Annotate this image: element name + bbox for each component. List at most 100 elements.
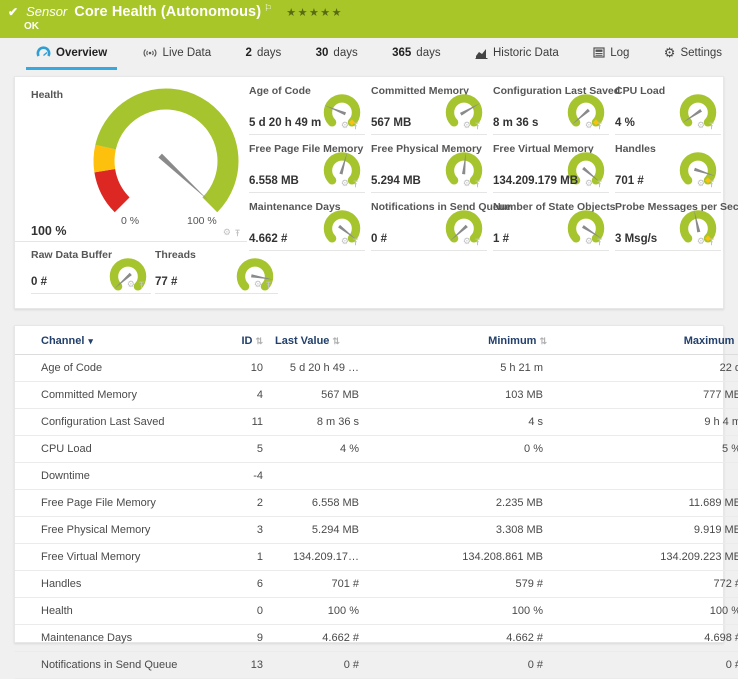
- cell-maximum: 0 #: [571, 652, 738, 679]
- cell-channel[interactable]: Free Page File Memory: [15, 490, 215, 517]
- tab-label: Settings: [680, 47, 722, 59]
- gear-icon[interactable]: ⚙: [463, 121, 471, 130]
- cell-channel[interactable]: Downtime: [15, 463, 215, 490]
- table-row[interactable]: Free Virtual Memory 1 134.209.17… 134.20…: [15, 544, 738, 571]
- table-row[interactable]: Committed Memory 4 567 MB 103 MB 777 MB: [15, 382, 738, 409]
- cell-channel[interactable]: CPU Load: [15, 436, 215, 463]
- cell-last-value: 134.209.17…: [269, 544, 365, 571]
- table-row[interactable]: Handles 6 701 # 579 # 772 #: [15, 571, 738, 598]
- cell-channel[interactable]: Age of Code: [15, 355, 215, 382]
- table-row[interactable]: Configuration Last Saved 11 8 m 36 s 4 s…: [15, 409, 738, 436]
- tab-overview[interactable]: Overview: [26, 38, 117, 70]
- gauge-tile[interactable]: Threads 77 # ⚙: [155, 247, 278, 294]
- pin-icon[interactable]: [265, 281, 272, 289]
- cell-channel[interactable]: Handles: [15, 571, 215, 598]
- tab-30-days[interactable]: 30 days: [306, 38, 368, 70]
- tab-live-data[interactable]: Live Data: [132, 38, 222, 70]
- pin-icon[interactable]: [352, 238, 359, 246]
- table-row[interactable]: CPU Load 5 4 % 0 % 5 %: [15, 436, 738, 463]
- pin-icon[interactable]: [474, 122, 481, 130]
- cell-channel[interactable]: Maintenance Days: [15, 625, 215, 652]
- gauge-tile[interactable]: Maintenance Days 4.662 # ⚙: [249, 199, 365, 251]
- table-row[interactable]: Age of Code 10 5 d 20 h 49 … 5 h 21 m 22…: [15, 355, 738, 382]
- gauge-title: Health: [31, 89, 63, 101]
- table-row[interactable]: Downtime -4: [15, 463, 738, 490]
- pin-icon[interactable]: [708, 122, 715, 130]
- gear-icon[interactable]: ⚙: [223, 228, 231, 237]
- pin-icon[interactable]: [352, 180, 359, 188]
- gauge-tile[interactable]: Free Physical Memory 5.294 MB ⚙: [371, 141, 487, 193]
- tab-log[interactable]: Log: [583, 38, 639, 70]
- gauge-tile[interactable]: Handles 701 # ⚙: [615, 141, 721, 193]
- gauge-tile[interactable]: Age of Code 5 d 20 h 49 m ⚙: [249, 83, 365, 135]
- pin-icon[interactable]: [596, 180, 603, 188]
- sort-desc-icon: ▾: [88, 336, 93, 346]
- gear-icon[interactable]: ⚙: [341, 237, 349, 246]
- table-row[interactable]: Free Page File Memory 2 6.558 MB 2.235 M…: [15, 490, 738, 517]
- tab-historic-data[interactable]: Historic Data: [465, 38, 569, 70]
- cell-maximum: 22 d: [571, 355, 738, 382]
- gauge-tile[interactable]: Committed Memory 567 MB ⚙: [371, 83, 487, 135]
- gear-icon[interactable]: ⚙: [341, 121, 349, 130]
- gauge-tile[interactable]: Free Page File Memory 6.558 MB ⚙: [249, 141, 365, 193]
- tab-label: days: [416, 47, 440, 59]
- cell-channel[interactable]: Health: [15, 598, 215, 625]
- gear-icon[interactable]: ⚙: [697, 121, 705, 130]
- gauge-tile[interactable]: Configuration Last Saved 8 m 36 s ⚙: [493, 83, 609, 135]
- cell-last-value: 6.558 MB: [269, 490, 365, 517]
- table-row[interactable]: Notifications in Send Queue 13 0 # 0 # 0…: [15, 652, 738, 679]
- pin-icon[interactable]: [234, 229, 241, 237]
- cell-minimum: 4.662 #: [365, 625, 571, 652]
- priority-stars[interactable]: ★★★★★: [286, 6, 343, 19]
- column-header-maximum[interactable]: Maximum⇅: [571, 326, 738, 355]
- tab-settings[interactable]: ⚙ Settings: [654, 38, 732, 70]
- gauge-value: 134.209.179 MB: [493, 175, 578, 187]
- cell-channel[interactable]: Free Virtual Memory: [15, 544, 215, 571]
- column-header-last-value[interactable]: Last Value⇅: [269, 326, 365, 355]
- gear-icon[interactable]: ⚙: [585, 237, 593, 246]
- cell-channel[interactable]: Configuration Last Saved: [15, 409, 215, 436]
- gear-icon[interactable]: ⚙: [697, 237, 705, 246]
- cell-channel[interactable]: Free Physical Memory: [15, 517, 215, 544]
- gear-icon[interactable]: ⚙: [697, 179, 705, 188]
- gauge-tile[interactable]: Probe Messages per Second 3 Msg/s ⚙: [615, 199, 721, 251]
- pin-icon[interactable]: [708, 180, 715, 188]
- pin-icon[interactable]: [596, 122, 603, 130]
- table-row[interactable]: Maintenance Days 9 4.662 # 4.662 # 4.698…: [15, 625, 738, 652]
- pin-icon[interactable]: [596, 238, 603, 246]
- column-header-channel[interactable]: Channel▾: [15, 326, 215, 355]
- cell-last-value: 567 MB: [269, 382, 365, 409]
- channels-table: Channel▾ ID⇅ Last Value⇅ Minimum⇅ Maximu…: [15, 326, 738, 679]
- cell-channel[interactable]: Committed Memory: [15, 382, 215, 409]
- tab-number: 2: [246, 47, 252, 59]
- column-header-minimum[interactable]: Minimum⇅: [365, 326, 571, 355]
- pin-icon[interactable]: [138, 281, 145, 289]
- tab-365-days[interactable]: 365 days: [382, 38, 450, 70]
- gauge-tile[interactable]: CPU Load 4 % ⚙: [615, 83, 721, 135]
- health-gauge-tile[interactable]: Health 0 % 100 % 100 % ⚙: [15, 83, 247, 242]
- gauge-value: 0 #: [371, 233, 387, 245]
- cell-channel[interactable]: Notifications in Send Queue: [15, 652, 215, 679]
- pin-icon[interactable]: [474, 180, 481, 188]
- column-header-id[interactable]: ID⇅: [215, 326, 269, 355]
- gauge-tile[interactable]: Raw Data Buffer 0 # ⚙: [31, 247, 151, 294]
- gauge-tile[interactable]: Free Virtual Memory 134.209.179 MB ⚙: [493, 141, 609, 193]
- table-row[interactable]: Free Physical Memory 3 5.294 MB 3.308 MB…: [15, 517, 738, 544]
- tab-2-days[interactable]: 2 days: [236, 38, 292, 70]
- flag-icon[interactable]: ⚐: [264, 3, 272, 14]
- pin-icon[interactable]: [708, 238, 715, 246]
- gauge-tile[interactable]: Notifications in Send Queue 0 # ⚙: [371, 199, 487, 251]
- gear-icon[interactable]: ⚙: [585, 179, 593, 188]
- table-row[interactable]: Health 0 100 % 100 % 100 %: [15, 598, 738, 625]
- gear-icon[interactable]: ⚙: [463, 237, 471, 246]
- pin-icon[interactable]: [352, 122, 359, 130]
- cell-maximum: 9.919 MB: [571, 517, 738, 544]
- gear-icon[interactable]: ⚙: [341, 179, 349, 188]
- pin-icon[interactable]: [474, 238, 481, 246]
- gear-icon[interactable]: ⚙: [254, 280, 262, 289]
- gear-icon[interactable]: ⚙: [463, 179, 471, 188]
- gauge-tile[interactable]: Number of State Objects 1 # ⚙: [493, 199, 609, 251]
- gear-icon[interactable]: ⚙: [127, 280, 135, 289]
- gear-icon[interactable]: ⚙: [585, 121, 593, 130]
- gauge-title: Threads: [155, 249, 196, 261]
